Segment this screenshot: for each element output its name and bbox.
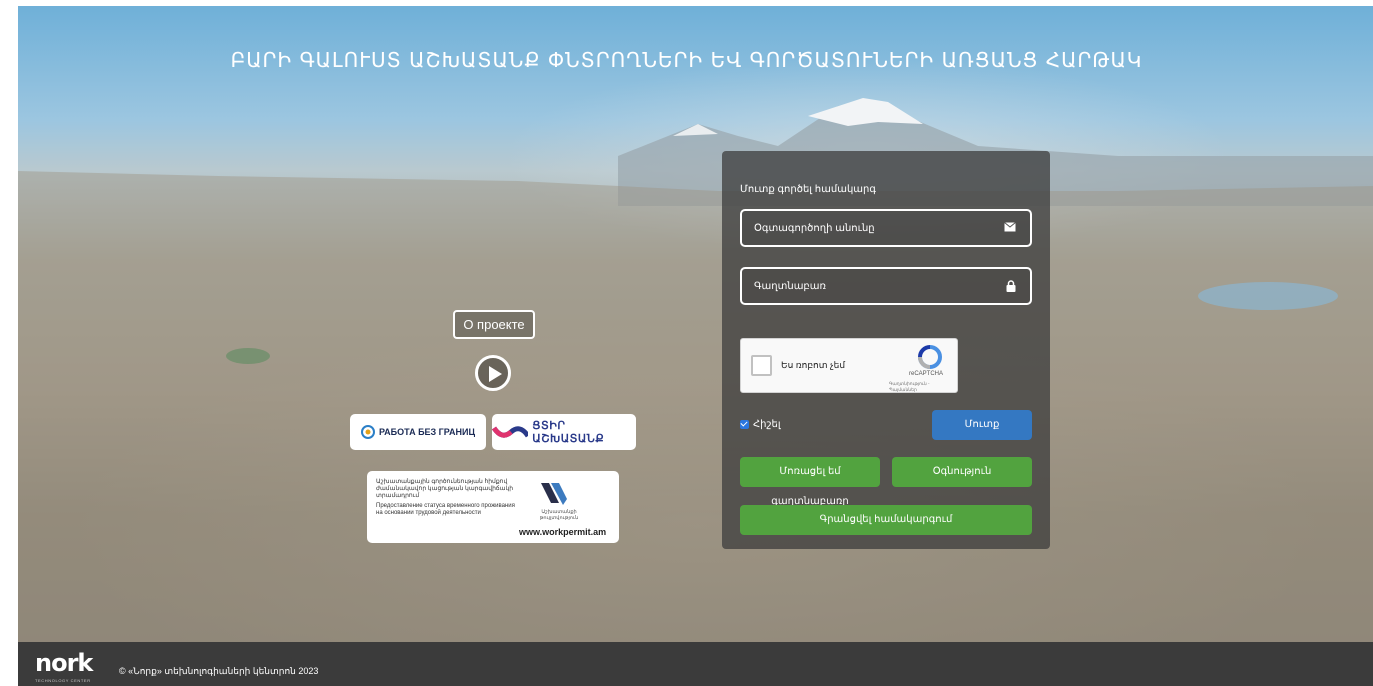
rabota-logo-icon [360, 425, 375, 439]
rabota-logo-text: РАБОТА БЕЗ ГРАНИЦ [378, 427, 476, 437]
remember-label: Հիշել [753, 419, 781, 430]
recaptcha-widget: Ես ռոբոտ չեմ reCAPTCHA Գաղտնիություն - Պ… [740, 338, 958, 393]
cyr-logo-icon [492, 426, 529, 438]
workpermit-text: Աշխատանքային գործունեության հիմքով ժաման… [376, 479, 516, 520]
about-project-button[interactable]: О проекте [453, 310, 535, 339]
nork-logo[interactable]: nork [35, 649, 93, 677]
cyr-logo-text: ՑՏԻՐ ԱՇԽԱՏԱՆՔ [532, 420, 605, 445]
username-input[interactable] [742, 211, 992, 245]
copyright-text: © «Նորք» տեխնոլոգիաների կենտրոն 2023 [119, 666, 319, 676]
forgot-password-button[interactable]: Մոռացել եմ գաղտնաբառը [740, 457, 880, 507]
workpermit-url: www.workpermit.am [519, 527, 607, 537]
workpermit-logo-icon [541, 483, 567, 505]
city-landscape [18, 98, 1373, 642]
workpermit-banner[interactable]: Աշխատանքային գործունեության հիմքով ժաման… [367, 471, 619, 543]
cyr-ashkhatanq-logo[interactable]: ՑՏԻՐ ԱՇԽԱՏԱՆՔ [492, 414, 636, 450]
play-icon [489, 366, 502, 382]
play-video-button[interactable] [475, 355, 511, 391]
help-button[interactable]: Օգնություն [892, 457, 1032, 487]
recaptcha-label: Ես ռոբոտ չեմ [781, 360, 846, 370]
page-title: ԲԱՐԻ ԳԱԼՈՒՍՏ ԱՇԽԱՏԱՆՔ ՓՆՏՐՈՂՆԵՐԻ ԵՎ ԳՈՐԾ… [230, 48, 1143, 72]
username-field[interactable] [740, 209, 1032, 247]
footer: nork TECHNOLOGY CENTER © «Նորք» տեխնոլոգ… [18, 642, 1373, 686]
recaptcha-terms[interactable]: Գաղտնիություն - Պայմաններ [889, 381, 957, 393]
remember-me[interactable]: Հիշել [740, 419, 781, 430]
password-input[interactable] [742, 269, 992, 303]
recaptcha-icon [918, 345, 942, 369]
workpermit-text-ru: Предоставление статуса временного прожив… [376, 503, 515, 516]
recaptcha-checkbox[interactable] [751, 355, 772, 376]
recaptcha-brand: reCAPTCHA [909, 371, 944, 377]
hero-background [18, 6, 1373, 642]
workpermit-logo-caption: Աշխատանքի թույլտվություն [539, 509, 579, 521]
login-title: Մուտք գործել համակարգ [740, 184, 876, 195]
workpermit-text-am: Աշխատանքային գործունեության հիմքով ժաման… [376, 479, 514, 499]
lock-icon [1006, 280, 1016, 292]
password-field[interactable] [740, 267, 1032, 305]
envelope-icon [1004, 222, 1016, 232]
rabota-bez-granic-logo[interactable]: РАБОТА БЕЗ ГРАНИЦ [350, 414, 486, 450]
remember-checkbox[interactable] [740, 420, 749, 429]
login-panel: Մուտք գործել համակարգ Ես ռոբոտ չեմ reCAP… [722, 151, 1050, 549]
login-button[interactable]: Մուտք [932, 410, 1032, 440]
nork-logo-subtitle: TECHNOLOGY CENTER [35, 678, 91, 683]
register-button[interactable]: Գրանցվել համակարգում [740, 505, 1032, 535]
